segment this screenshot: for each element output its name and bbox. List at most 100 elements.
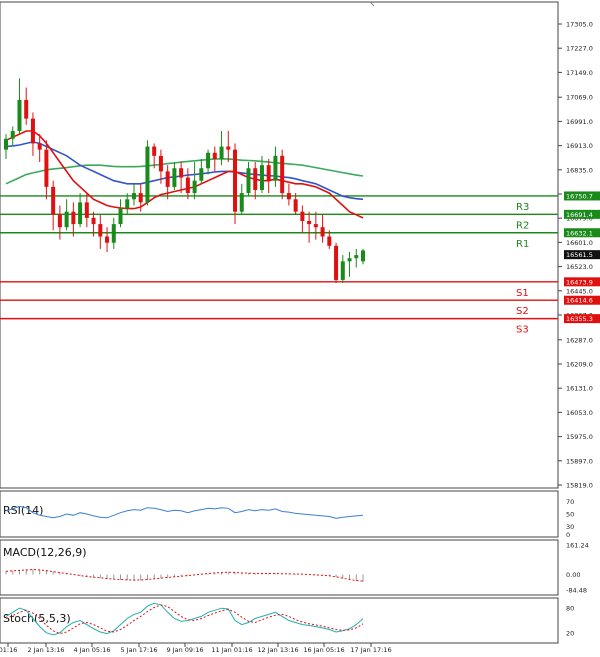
time-tick-label: 5 Jan 17:16 — [120, 646, 157, 654]
candle-body — [145, 146, 150, 203]
candle-body — [206, 152, 211, 169]
candle-body — [165, 171, 170, 187]
price-tick-label: 17305.0 — [566, 21, 593, 29]
level-value-r2: 16691.4 — [566, 211, 593, 219]
price-tick-label: 17069.0 — [566, 94, 593, 102]
price-tick-label: 15897.0 — [566, 457, 593, 465]
candle-body — [4, 138, 8, 150]
price-panel: 17305.0 17227.0 17149.0 17069.0 16991.0 16913… — [0, 1, 600, 490]
level-value-s1: 16473.9 — [566, 278, 593, 286]
level-name-r2: R2 — [516, 220, 529, 231]
candle-body — [158, 155, 163, 172]
time-tick-label: 12 Jan 13:16 — [257, 646, 298, 654]
candle-body — [354, 255, 359, 259]
candle-body — [91, 217, 96, 225]
stoch-tick-label: 80 — [566, 605, 574, 613]
candle-body — [64, 211, 69, 228]
candle-body — [327, 236, 332, 246]
time-tick-label: 9 Jan 09:16 — [166, 646, 203, 654]
rsi-tick-label: 70 — [566, 498, 574, 506]
candle-body — [17, 100, 22, 132]
trading-chart: 17305.0 17227.0 17149.0 17069.0 16991.0 16913… — [0, 1, 600, 654]
level-name-r1: R1 — [516, 239, 529, 250]
candle-body — [233, 149, 238, 212]
candle-body — [313, 224, 318, 228]
time-tick-label: 17 Jan 17:16 — [350, 646, 391, 654]
price-tick-label: 17227.0 — [566, 45, 593, 53]
candle-body — [307, 220, 312, 225]
level-name-s2: S2 — [516, 306, 529, 317]
rsi-panel: RSI(14) 70 50 300 — [0, 490, 574, 539]
candle-body — [226, 146, 231, 150]
current-price-marker: 16561.5 — [564, 250, 600, 260]
price-tick-label: 16835.0 — [566, 166, 593, 174]
candle-body — [253, 168, 258, 190]
price-tick-label: 15975.0 — [566, 433, 593, 441]
level-name-s3: S3 — [516, 325, 529, 336]
price-tick-label: 16445.0 — [566, 287, 593, 295]
candle-body — [185, 177, 190, 194]
price-tick-label: 16991.0 — [566, 118, 593, 126]
macd-tick-label: 161.24 — [566, 542, 589, 550]
macd-panel: MACD(12,26,9) 161.24 0.00 -84.48 — [0, 539, 589, 596]
candle-body — [78, 202, 83, 225]
stoch-panel: Stoch(5,5,3) 8020 — [0, 597, 574, 644]
price-tick-label: 16601.0 — [566, 239, 593, 247]
time-tick-label: 2 Jan 13:16 — [27, 646, 64, 654]
macd-axis: 161.24 0.00 -84.48 — [566, 542, 589, 595]
candle-body — [340, 261, 345, 280]
stoch-frame — [0, 597, 559, 644]
candle-body — [71, 211, 76, 225]
candle-body — [293, 199, 298, 212]
level-value-r3: 16750.7 — [566, 192, 593, 200]
candle-body — [172, 168, 177, 187]
candle-body — [273, 155, 278, 181]
candle-body — [111, 224, 116, 243]
candle-body — [152, 146, 157, 156]
price-tick-label: 16131.0 — [566, 385, 593, 393]
candle-body — [24, 100, 29, 119]
price-tick-label: 16209.0 — [566, 361, 593, 369]
candle-body — [138, 193, 143, 203]
level-value-r1: 16632.1 — [566, 229, 593, 237]
current-price-label: 16561.5 — [566, 251, 593, 259]
time-tick-label: 16 Jan 05:16 — [303, 646, 344, 654]
candle-body — [57, 214, 62, 228]
candle-body — [280, 155, 285, 194]
candle-body — [179, 168, 184, 178]
candle-body — [259, 165, 264, 190]
time-tick-label: 01:16 — [0, 646, 17, 654]
time-tick-label: 11 Jan 01:16 — [211, 646, 252, 654]
candle-body — [125, 199, 130, 209]
candle-body — [320, 227, 325, 237]
macd-title: MACD(12,26,9) — [3, 546, 87, 559]
candle-body — [30, 118, 35, 144]
candle-body — [192, 180, 197, 194]
price-tick-label: 16913.0 — [566, 142, 593, 150]
level-name-s1: S1 — [516, 288, 529, 299]
stoch-axis: 80 20 — [566, 605, 574, 638]
price-tick-label: 16523.0 — [566, 263, 593, 271]
candle-body — [98, 224, 103, 237]
candle-body — [51, 186, 56, 215]
price-tick-label: 17149.0 — [566, 69, 593, 77]
candle-body — [347, 258, 352, 262]
level-value-s2: 16414.6 — [566, 297, 593, 305]
rsi-tick-label: 30 — [566, 523, 574, 531]
candle-body — [84, 202, 89, 218]
price-tick-label: 16287.0 — [566, 336, 593, 344]
level-value-s3: 16355.3 — [566, 315, 593, 323]
candle-body — [219, 146, 224, 159]
candle-body — [246, 168, 251, 194]
candle-body — [131, 193, 136, 200]
candle-body — [10, 131, 15, 139]
candle-body — [266, 165, 271, 181]
rsi-tick-label: 50 — [566, 511, 574, 519]
candle-body — [286, 193, 291, 200]
candle-body — [361, 250, 365, 262]
rsi-axis: 70 50 300 — [566, 498, 574, 539]
candle-body — [105, 236, 110, 243]
time-tick-label: 4 Jan 05:16 — [73, 646, 110, 654]
candle-body — [334, 245, 339, 280]
candle-body — [212, 152, 217, 159]
